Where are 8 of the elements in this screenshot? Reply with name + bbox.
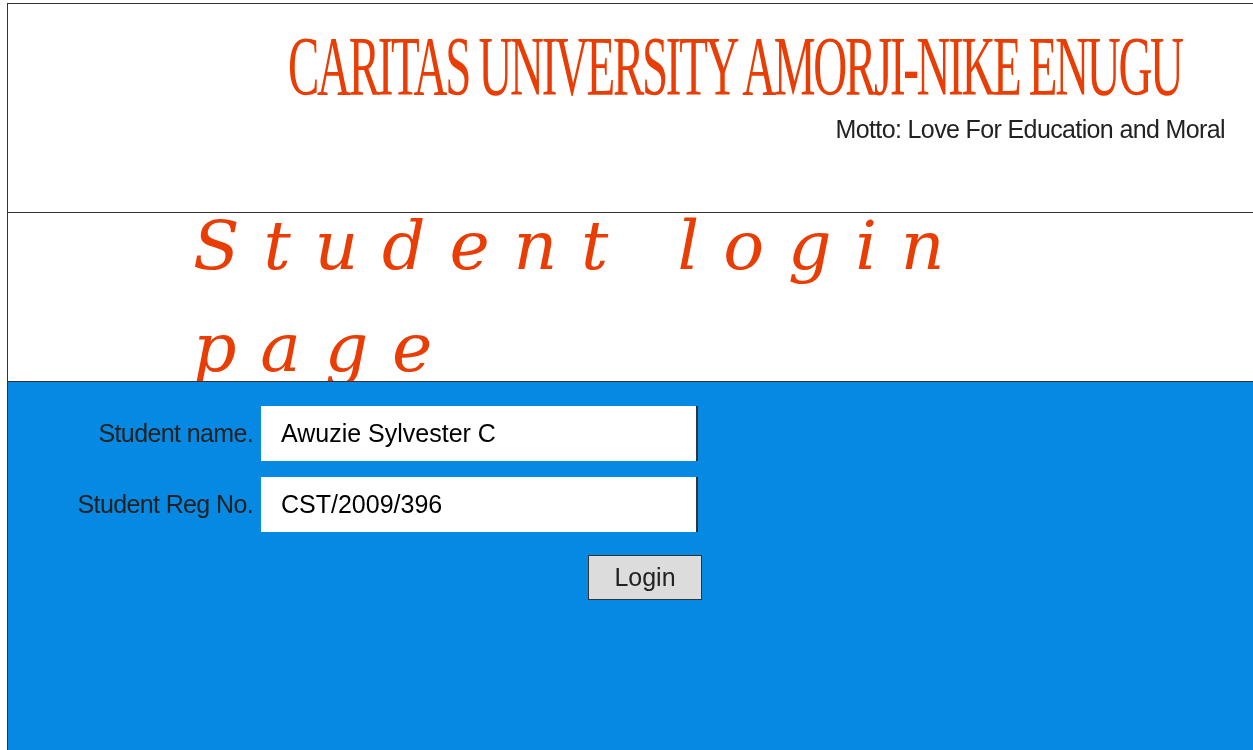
university-name: CARITAS UNIVERSITY AMORJI-NIKE ENUGU bbox=[288, 19, 1182, 114]
login-button[interactable]: Login bbox=[588, 555, 702, 600]
field-label: Student name. bbox=[97, 417, 254, 449]
page-heading: Student login page bbox=[193, 205, 970, 389]
input-field[interactable]: Awuzie Sylvester C bbox=[261, 406, 698, 461]
input-field[interactable]: CST/2009/396 bbox=[261, 477, 698, 532]
motto-text: Motto: Love For Education and Moral bbox=[835, 114, 1225, 144]
field-label: Student Reg No. bbox=[76, 488, 254, 520]
